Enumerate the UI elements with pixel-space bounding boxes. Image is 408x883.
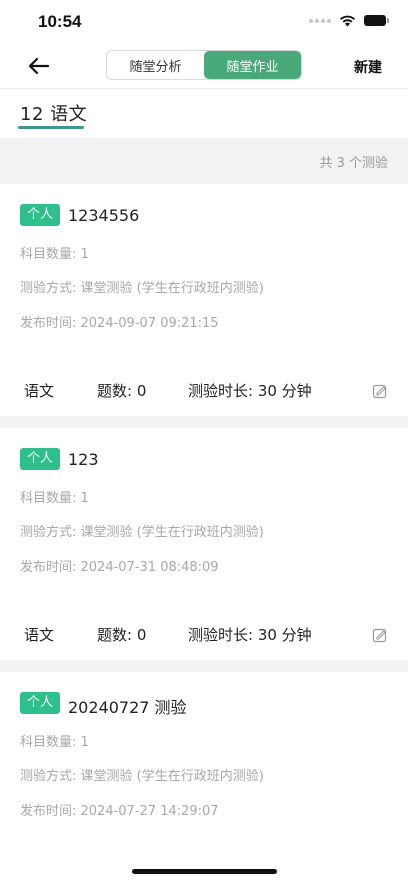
subject-count: 科目数量: 1 [20, 735, 89, 750]
segmented-control: 随堂分析 随堂作业 [106, 50, 302, 80]
question-count: 题数: 0 [97, 626, 147, 644]
nav-divider [0, 88, 408, 89]
subject-count: 科目数量: 1 [20, 247, 89, 262]
quiz-footer: 语文 题数: 0 测验时长: 30 分钟 [24, 624, 388, 645]
publish-time: 发布时间: 2024-07-27 14:29:07 [20, 804, 219, 819]
personal-badge: 个人 [20, 448, 61, 470]
battery-icon [364, 15, 389, 26]
quiz-card[interactable]: 个人 123 科目数量: 1 测验方式: 课堂测验 (学生在行政班内测验) 发布… [0, 428, 408, 660]
personal-badge: 个人 [20, 692, 61, 714]
quiz-method: 测验方式: 课堂测验 (学生在行政班内测验) [20, 281, 264, 296]
edit-icon[interactable] [372, 383, 388, 399]
subject-count: 科目数量: 1 [20, 491, 89, 506]
quiz-count: 共 3 个测验 [319, 156, 388, 171]
question-count: 题数: 0 [97, 382, 147, 400]
publish-time: 发布时间: 2024-07-31 08:48:09 [20, 560, 219, 575]
personal-badge: 个人 [20, 204, 61, 226]
back-arrow-icon[interactable] [26, 54, 52, 78]
tab-underline [18, 126, 84, 129]
quiz-title: 123 [68, 450, 99, 469]
quiz-title: 20240727 测验 [68, 698, 187, 717]
summary-bar: 共 3 个测验 [0, 138, 408, 184]
card-separator [0, 660, 408, 672]
segment-analysis[interactable]: 随堂分析 [107, 51, 204, 79]
edit-icon[interactable] [372, 627, 388, 643]
segment-homework[interactable]: 随堂作业 [204, 51, 301, 79]
status-bar: 10:54 [0, 0, 408, 44]
card-separator [0, 416, 408, 428]
screen: 10:54 随堂分析 随堂作业 新建 12 语文 共 3 个测验 个人 1234… [0, 0, 408, 883]
quiz-card[interactable]: 个人 20240727 测验 科目数量: 1 测验方式: 课堂测验 (学生在行政… [0, 672, 408, 883]
status-icons [309, 14, 389, 27]
quiz-footer: 语文 题数: 0 测验时长: 30 分钟 [24, 380, 388, 401]
nav-bar: 随堂分析 随堂作业 新建 [0, 44, 408, 88]
subject-label: 语文 [24, 382, 55, 400]
status-time: 10:54 [38, 12, 82, 31]
wifi-icon [340, 15, 355, 27]
quiz-card[interactable]: 个人 1234556 科目数量: 1 测验方式: 课堂测验 (学生在行政班内测验… [0, 184, 408, 416]
quiz-method: 测验方式: 课堂测验 (学生在行政班内测验) [20, 769, 264, 784]
home-indicator [132, 869, 277, 874]
tab-class-chinese[interactable]: 12 语文 [20, 100, 87, 126]
quiz-duration: 测验时长: 30 分钟 [188, 626, 312, 644]
quiz-title: 1234556 [68, 206, 140, 225]
cellular-signal-icon [309, 18, 331, 23]
new-button[interactable]: 新建 [354, 57, 382, 77]
quiz-method: 测验方式: 课堂测验 (学生在行政班内测验) [20, 525, 264, 540]
quiz-duration: 测验时长: 30 分钟 [188, 382, 312, 400]
subject-label: 语文 [24, 626, 55, 644]
publish-time: 发布时间: 2024-09-07 09:21:15 [20, 316, 219, 331]
